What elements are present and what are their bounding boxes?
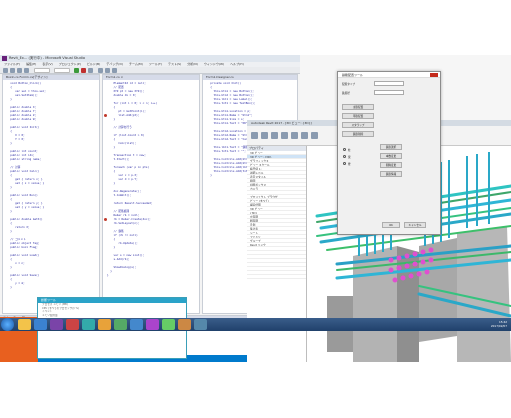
app-taskbar-icon[interactable] [194,319,207,330]
continue-icon[interactable] [74,68,79,73]
rebar-tool-dialog[interactable]: 鉄筋配置ツール 配筋タイプ 鉄筋径 主筋配置 帯筋配置 スタラップ 鉄筋削除 柱… [337,71,441,235]
stop-icon[interactable] [81,68,86,73]
restart-icon[interactable] [88,68,93,73]
app-taskbar-icon[interactable] [114,319,127,330]
diagnostic-tools-list: プロセス メモリ (MB) CPU (すべてのプロセッサの %) イベント メモリ使用… [38,303,186,362]
vs-title-text: Revit_Ex… (実行中) - Microsoft Visual Studi… [9,56,85,60]
app-taskbar-icon[interactable] [146,319,159,330]
rebar-diameter-field[interactable] [374,90,404,95]
taskbar-clock[interactable]: 15:42 2017/02/07 [491,320,507,328]
back-icon[interactable] [3,68,8,73]
rebar-type-field[interactable] [374,81,404,86]
save-icon[interactable] [17,68,22,73]
breakpoint-icon[interactable] [104,218,107,221]
code-pane-2[interactable]: Form1.cs × ElementId id = null; // 配置 XY… [102,74,200,314]
vs-logo-icon [2,56,7,61]
dialog-titlebar[interactable]: 鉄筋配置ツール [338,72,440,78]
dialog-label-diameter: 鉄筋径 [342,92,350,95]
select-rebar-button[interactable]: 鉄筋選択 [380,144,402,150]
radio-column[interactable] [343,148,346,151]
change-spacing-button[interactable]: 間隔変更 [380,162,402,168]
hoop-rebar-button[interactable]: 帯筋配置 [342,113,374,119]
property-row[interactable] [247,275,306,279]
delete-rebar-button[interactable]: 鉄筋削除 [342,131,374,137]
desktop: Revit_Ex… (実行中) - Microsoft Visual Studi… [0,55,511,362]
ie-taskbar-icon[interactable] [34,319,47,330]
diagnostic-row [38,359,186,362]
clock-date: 2017/02/07 [490,324,507,328]
concrete-column-left [353,246,397,362]
stirrup-button[interactable]: スタラップ [342,122,374,128]
app-taskbar-icon[interactable] [162,319,175,330]
diagnostic-tools-title: 診断ツール [41,298,57,302]
select-icon[interactable] [261,132,268,139]
change-count-button[interactable]: 本数変更 [380,153,402,159]
app-taskbar-icon[interactable] [178,319,191,330]
measure-icon[interactable] [301,132,308,139]
platform-dropdown[interactable] [54,68,70,73]
step-out-icon[interactable] [112,68,117,73]
rebar-icon[interactable] [281,132,288,139]
view-icon[interactable] [291,132,298,139]
cancel-button[interactable]: キャンセル [404,222,426,228]
revit-title-text: Autodesk Revit 2017 - [3D ビュー: {3D}] [251,121,312,125]
radio-beam[interactable] [343,155,346,158]
radio-beam-label: 梁 [348,156,351,159]
app-taskbar-icon[interactable] [82,319,95,330]
code-editor-2[interactable]: ElementId id = null; // 配置 XYZ pt = new … [103,80,199,277]
save-all-icon[interactable] [24,68,29,73]
code-line[interactable]: } [107,273,199,277]
visual-studio-taskbar-icon[interactable] [50,319,63,330]
step-over-icon[interactable] [98,68,103,73]
radio-column-label: 柱 [348,149,351,152]
radio-wall-label: 壁 [348,163,351,166]
create-icon[interactable] [311,132,318,139]
app-taskbar-icon[interactable] [130,319,143,330]
code-pane-1[interactable]: BoxIn.cs Form1.cs[デザイン] void Button_Clic… [2,74,100,314]
config-dropdown[interactable] [34,68,50,73]
properties-icon[interactable] [271,132,278,139]
close-icon[interactable] [430,73,438,77]
vs-toolbar [0,67,300,74]
forward-icon[interactable] [10,68,15,73]
revit-taskbar-icon[interactable] [66,319,79,330]
vs-titlebar[interactable]: Revit_Ex… (実行中) - Microsoft Visual Studi… [0,55,300,62]
properties-list: 3D ビュー 3D ビュー: {3D} グラフィックス ビュー スケール 縮尺値 1: 詳… [247,151,306,279]
app-taskbar-icon[interactable] [98,319,111,330]
start-button-icon[interactable] [1,318,14,331]
modify-icon[interactable] [251,132,258,139]
radio-wall[interactable] [343,162,346,165]
dialog-label-type: 配筋タイプ [342,83,355,86]
explorer-taskbar-icon[interactable] [18,319,31,330]
rebar-info-button[interactable]: 鉄筋情報 [380,171,402,177]
code-editor-1[interactable]: void Button_Click() { var sel = this.sel… [3,80,99,289]
step-into-icon[interactable] [105,68,110,73]
code-line[interactable]: } [7,285,99,289]
main-rebar-button[interactable]: 主筋配置 [342,104,374,110]
windows-taskbar: 15:42 2017/02/07 [0,318,511,331]
breakpoint-icon[interactable] [104,114,107,117]
dialog-title: 鉄筋配置ツール [342,73,364,77]
ok-button[interactable]: OK [382,222,400,228]
